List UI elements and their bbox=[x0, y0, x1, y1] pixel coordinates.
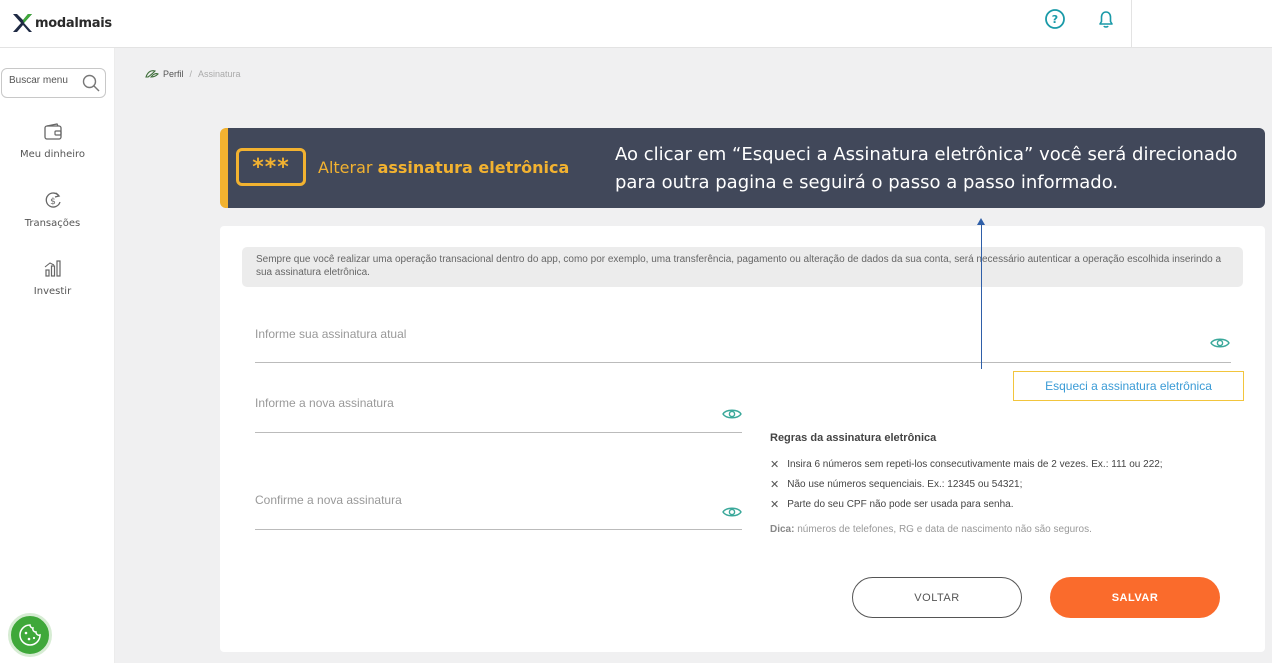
cookie-settings-button[interactable] bbox=[8, 613, 52, 657]
breadcrumb-current: Assinatura bbox=[198, 69, 241, 79]
sidebar-item-label: Investir bbox=[33, 286, 72, 297]
new-signature-field[interactable] bbox=[255, 396, 742, 433]
sidebar-item-meu-dinheiro[interactable]: Meu dinheiro bbox=[0, 123, 105, 162]
title-prefix: Alterar bbox=[318, 158, 378, 177]
tip-label: Dica: bbox=[770, 524, 795, 535]
signature-form-card: Sempre que você realizar uma operação tr… bbox=[220, 226, 1265, 652]
bar-chart-icon bbox=[44, 260, 61, 277]
new-signature-input[interactable] bbox=[255, 396, 694, 410]
modalmais-logo-icon bbox=[13, 14, 32, 32]
rule-text: Insira 6 números sem repeti-los consecut… bbox=[787, 459, 1163, 470]
close-icon: ✕ bbox=[770, 459, 780, 471]
brand-name: modalmais bbox=[35, 15, 112, 31]
tip-body: números de telefones, RG e data de nasci… bbox=[794, 524, 1092, 535]
current-signature-input[interactable] bbox=[255, 327, 1134, 341]
current-signature-field[interactable] bbox=[255, 327, 1231, 363]
top-bar: modalmais ? bbox=[0, 0, 1272, 48]
confirm-signature-input[interactable] bbox=[255, 493, 694, 507]
rule-item: ✕ Insira 6 números sem repeti-los consec… bbox=[770, 458, 1163, 471]
search-icon[interactable] bbox=[82, 74, 100, 92]
title-bold: assinatura eletrônica bbox=[377, 158, 570, 177]
confirm-signature-field[interactable] bbox=[255, 493, 742, 530]
sidebar-item-investir[interactable]: Investir bbox=[0, 258, 105, 299]
page-header-card: *** Alterar assinatura eletrônica Ao cli… bbox=[220, 128, 1265, 208]
sidebar: Meu dinheiro $ Transações Investir bbox=[0, 48, 115, 663]
sidebar-item-transacoes[interactable]: $ Transações bbox=[0, 190, 105, 231]
rule-item: ✕ Parte do seu CPF não pode ser usada pa… bbox=[770, 498, 1013, 511]
forgot-signature-link[interactable]: Esqueci a assinatura eletrônica bbox=[1013, 371, 1244, 401]
sidebar-item-label: Meu dinheiro bbox=[19, 149, 86, 160]
sidebar-search[interactable] bbox=[1, 68, 106, 98]
rule-item: ✕ Não use números sequenciais. Ex.: 1234… bbox=[770, 478, 1022, 491]
brand-logo[interactable]: modalmais bbox=[11, 12, 112, 34]
close-icon: ✕ bbox=[770, 499, 780, 511]
cookie-icon bbox=[19, 624, 41, 646]
password-stars-icon: *** bbox=[236, 148, 306, 186]
eye-icon[interactable] bbox=[722, 505, 742, 519]
stars-text: *** bbox=[252, 154, 290, 180]
bell-icon[interactable] bbox=[1095, 8, 1117, 30]
help-circle-icon[interactable]: ? bbox=[1044, 8, 1066, 30]
dollar-transfer-icon: $ bbox=[45, 192, 61, 208]
rule-text: Parte do seu CPF não pode ser usada para… bbox=[787, 499, 1014, 510]
breadcrumb: Perfil / Assinatura bbox=[145, 69, 241, 79]
eye-icon[interactable] bbox=[1210, 336, 1230, 350]
tip-text: Dica: números de telefones, RG e data de… bbox=[770, 524, 1092, 535]
back-button[interactable]: VOLTAR bbox=[852, 577, 1022, 618]
eye-icon[interactable] bbox=[722, 407, 742, 421]
rule-text: Não use números sequenciais. Ex.: 12345 … bbox=[787, 479, 1023, 490]
topbar-divider bbox=[1131, 0, 1132, 48]
svg-text:?: ? bbox=[1052, 13, 1058, 26]
annotation-callout: Ao clicar em “Esqueci a Assinatura eletr… bbox=[615, 144, 1238, 193]
breadcrumb-root[interactable]: Perfil bbox=[163, 69, 184, 79]
svg-text:$: $ bbox=[50, 197, 56, 207]
annotation-arrow-line bbox=[981, 222, 982, 369]
breadcrumb-separator: / bbox=[189, 69, 193, 79]
save-button[interactable]: SALVAR bbox=[1050, 577, 1220, 618]
rules-title: Regras da assinatura eletrônica bbox=[770, 432, 937, 444]
close-icon: ✕ bbox=[770, 479, 780, 491]
info-notice: Sempre que você realizar uma operação tr… bbox=[242, 247, 1243, 287]
sidebar-item-label: Transações bbox=[24, 218, 81, 229]
wallet-icon bbox=[43, 123, 62, 140]
page-title: Alterar assinatura eletrônica bbox=[318, 158, 569, 177]
menu-search-input[interactable] bbox=[9, 75, 79, 86]
profile-leaf-icon bbox=[145, 70, 159, 78]
